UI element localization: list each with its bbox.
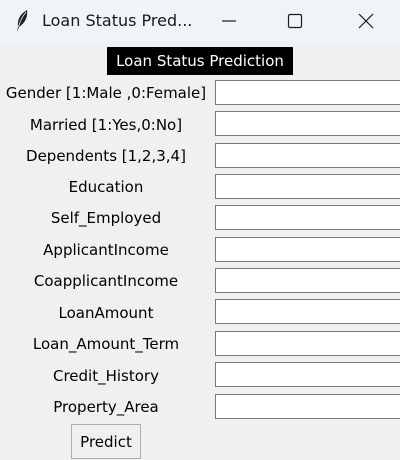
applicant-income-field[interactable] — [215, 237, 400, 262]
label-education: Education — [68, 178, 144, 196]
feather-icon — [14, 9, 30, 33]
label-credit-history: Credit_History — [53, 367, 159, 385]
close-icon — [358, 13, 374, 29]
self-employed-field[interactable] — [215, 205, 400, 230]
credit-history-field[interactable] — [215, 362, 400, 387]
dependents-field[interactable] — [215, 143, 400, 168]
close-button[interactable] — [343, 0, 389, 42]
education-field[interactable] — [215, 174, 400, 199]
label-property-area: Property_Area — [53, 398, 159, 416]
title-bar[interactable]: Loan Status Pred... — [0, 0, 400, 42]
predict-button[interactable]: Predict — [71, 424, 141, 459]
gender-field[interactable] — [215, 80, 400, 105]
label-loan-amount-term: Loan_Amount_Term — [32, 335, 180, 353]
coapplicant-income-field[interactable] — [215, 268, 400, 293]
form-heading: Loan Status Prediction — [107, 47, 293, 75]
app-window: Loan Status Pred... Loan Status Predicti… — [0, 0, 400, 460]
minimize-button[interactable] — [206, 0, 252, 42]
loan-amount-term-field[interactable] — [215, 331, 400, 356]
label-coapplicant-income: CoapplicantIncome — [33, 272, 179, 290]
label-loan-amount: LoanAmount — [58, 304, 154, 322]
loan-amount-field[interactable] — [215, 299, 400, 324]
label-dependents: Dependents [1,2,3,4] — [26, 147, 186, 165]
window-title: Loan Status Pred... — [42, 11, 193, 30]
maximize-icon — [287, 13, 303, 29]
maximize-button[interactable] — [272, 0, 318, 42]
married-field[interactable] — [215, 111, 400, 136]
label-gender: Gender [1:Male ,0:Female] — [5, 84, 207, 102]
label-married: Married [1:Yes,0:No] — [29, 116, 183, 134]
label-applicant-income: ApplicantIncome — [43, 241, 169, 259]
label-self-employed: Self_Employed — [50, 209, 162, 227]
minimize-icon — [222, 20, 236, 22]
property-area-field[interactable] — [215, 394, 400, 419]
